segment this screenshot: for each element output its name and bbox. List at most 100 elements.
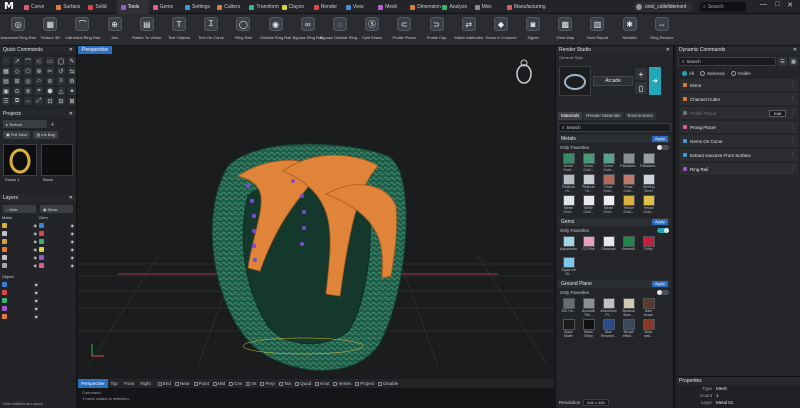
material-section-header[interactable]: Metals Apply [558,135,671,143]
eye-icon[interactable]: ◉ [35,306,39,311]
project-thumb[interactable]: Blank [41,144,73,182]
full-save-button[interactable]: ▣ Full Save [3,130,31,139]
resolution-select[interactable]: 640 x 480 [583,398,609,406]
material-swatch[interactable]: Sterling Silver [640,174,657,193]
material-section-header[interactable]: Ground Plane Apply [558,280,671,288]
apply-button[interactable]: Apply [651,281,668,287]
favorites-toggle[interactable] [657,289,669,295]
osnap-knot[interactable]: Knot [315,381,329,386]
material-swatch[interactable]: Yellow Gold... [620,195,637,214]
quick-command-icon[interactable]: ⊚ [24,87,32,95]
layer-row[interactable]: ◉ [2,281,38,288]
material-section-header[interactable]: Gems Apply [558,218,671,226]
quick-command-icon[interactable]: ⬡ [24,67,32,75]
eye-icon[interactable]: ◉ [34,231,38,236]
style-select[interactable]: Arcade [593,76,633,86]
quick-command-icon[interactable]: ⚙ [68,77,76,85]
quick-command-icon[interactable]: ⊘ [46,77,54,85]
layer-row[interactable]: ◉ [39,230,74,237]
panel-close-icon[interactable]: ✕ [69,111,73,117]
add-style-button[interactable]: + [635,68,647,80]
quick-command-icon[interactable]: ☰ [2,97,10,105]
favorites-toggle[interactable] [657,144,669,150]
quick-command-icon[interactable]: ↔ [24,97,32,105]
tool-button[interactable]: ◯ Ring Rail [227,14,259,46]
material-swatch[interactable]: Aquamarine [560,236,577,255]
panel-close-icon[interactable]: ✕ [69,47,73,53]
list-view-icon[interactable]: ☰ [778,57,787,66]
quick-command-icon[interactable]: ⧉ [13,97,21,105]
osnap-end[interactable]: End [157,381,171,386]
more-options-icon[interactable]: ⋮ [790,166,795,172]
material-swatch[interactable]: Bluryff effect... [620,319,637,338]
viewport[interactable]: Perspective Perspective Top Front Right End N… [78,46,554,408]
eye-icon[interactable]: ◉ [35,290,39,295]
quick-command-icon[interactable]: ⌂ [35,77,43,85]
tool-button[interactable]: ✱ Nebulizi [614,14,646,46]
osnap-int[interactable]: Int [246,381,256,386]
dynamic-command-item[interactable]: Channel Cutter ⋮ [680,93,798,105]
layer-row[interactable]: ◉ [2,238,37,245]
tool-button[interactable]: ▦ Texture 3D [34,14,66,46]
render-go-button[interactable]: ➜ [649,67,661,95]
osnap-project[interactable]: Project [355,381,374,386]
eye-icon[interactable]: ◉ [35,282,39,287]
eye-icon[interactable]: ◉ [35,298,39,303]
add-project-icon[interactable]: ＋ [50,121,55,128]
material-swatch[interactable]: CZ Pink [580,236,597,255]
more-options-icon[interactable]: ⋮ [790,124,795,130]
more-options-icon[interactable]: ⋮ [790,110,795,116]
quick-command-icon[interactable]: ◯ [57,57,65,65]
quick-command-icon[interactable]: ▭ [46,57,54,65]
material-swatch[interactable]: Black Matte [560,319,577,338]
dynamic-command-item[interactable]: Prong Placer ⋮ [680,121,798,133]
material-swatch[interactable]: White Gold... [580,195,597,214]
osnap-mid[interactable]: Mid [212,381,225,386]
menu-settings[interactable]: Settings [181,0,213,14]
quick-command-icon[interactable]: ✦ [68,87,76,95]
tool-button[interactable]: ⊂ Profile Placer [388,14,420,46]
quick-command-icon[interactable]: ⊞ [13,77,21,85]
more-options-icon[interactable]: ⋮ [790,96,795,102]
tool-button[interactable]: Ⓢ Split Shank [356,14,388,46]
layer-row[interactable]: ◉ [2,262,37,269]
material-swatch[interactable]: Banana Blue... [620,298,637,317]
layer-row[interactable]: ◉ [2,297,38,304]
layer-row[interactable]: ◉ [39,246,74,253]
more-options-icon[interactable]: ⋮ [790,152,795,158]
eye-icon[interactable]: ◉ [34,263,38,268]
material-swatch[interactable]: Platinum Hi... [580,174,597,193]
eye-icon[interactable]: ◉ [34,239,38,244]
material-swatch[interactable]: Bark brown [640,298,657,317]
quick-command-icon[interactable]: ▣ [2,87,10,95]
user-account[interactable]: oriol_collelldemont [633,2,693,12]
more-options-icon[interactable]: ⋮ [790,138,795,144]
quick-command-icon[interactable]: ⊡ [46,97,54,105]
layer-row[interactable]: ◉ [2,305,38,312]
show-button[interactable]: ◉ Show [40,205,73,213]
material-swatch[interactable]: 300 Ho... [560,298,577,317]
layer-row[interactable]: ◉ [2,230,37,237]
tool-button[interactable]: ∞ Bypass Ring Rail [292,14,324,46]
osnap-tan[interactable]: Tan [278,381,291,386]
tool-button[interactable]: ⇔ Ring Resizer [646,14,678,46]
eye-icon[interactable]: ◉ [71,223,75,228]
tool-button[interactable]: ◙ Signet [517,14,549,46]
quick-command-icon[interactable]: △ [57,87,65,95]
material-swatch[interactable]: Yellow Gold... [640,195,657,214]
osnap-disable[interactable]: Disable [378,381,398,386]
material-swatch[interactable]: Acoustic Tile... [580,298,597,317]
tool-button[interactable]: ▩ Gem Map [549,14,581,46]
material-swatch[interactable]: White Gold... [600,195,617,214]
maximize-button[interactable]: □ [775,1,779,9]
eye-icon[interactable]: ◉ [71,231,75,236]
quick-command-icon[interactable]: ▤ [2,77,10,85]
dynamic-search-input[interactable]: ⌕ Search [678,57,776,66]
quick-command-icon[interactable]: ⬢ [46,87,54,95]
tool-button[interactable]: ⊃ Profile Cap [420,14,452,46]
material-swatch[interactable]: Brick wall... [640,319,657,338]
quick-command-icon[interactable]: ≡ [57,77,65,85]
tool-button[interactable]: ⇄ Match Attributes [453,14,485,46]
eye-icon[interactable]: ◉ [35,314,39,319]
layer-row[interactable]: ◉ [2,289,38,296]
